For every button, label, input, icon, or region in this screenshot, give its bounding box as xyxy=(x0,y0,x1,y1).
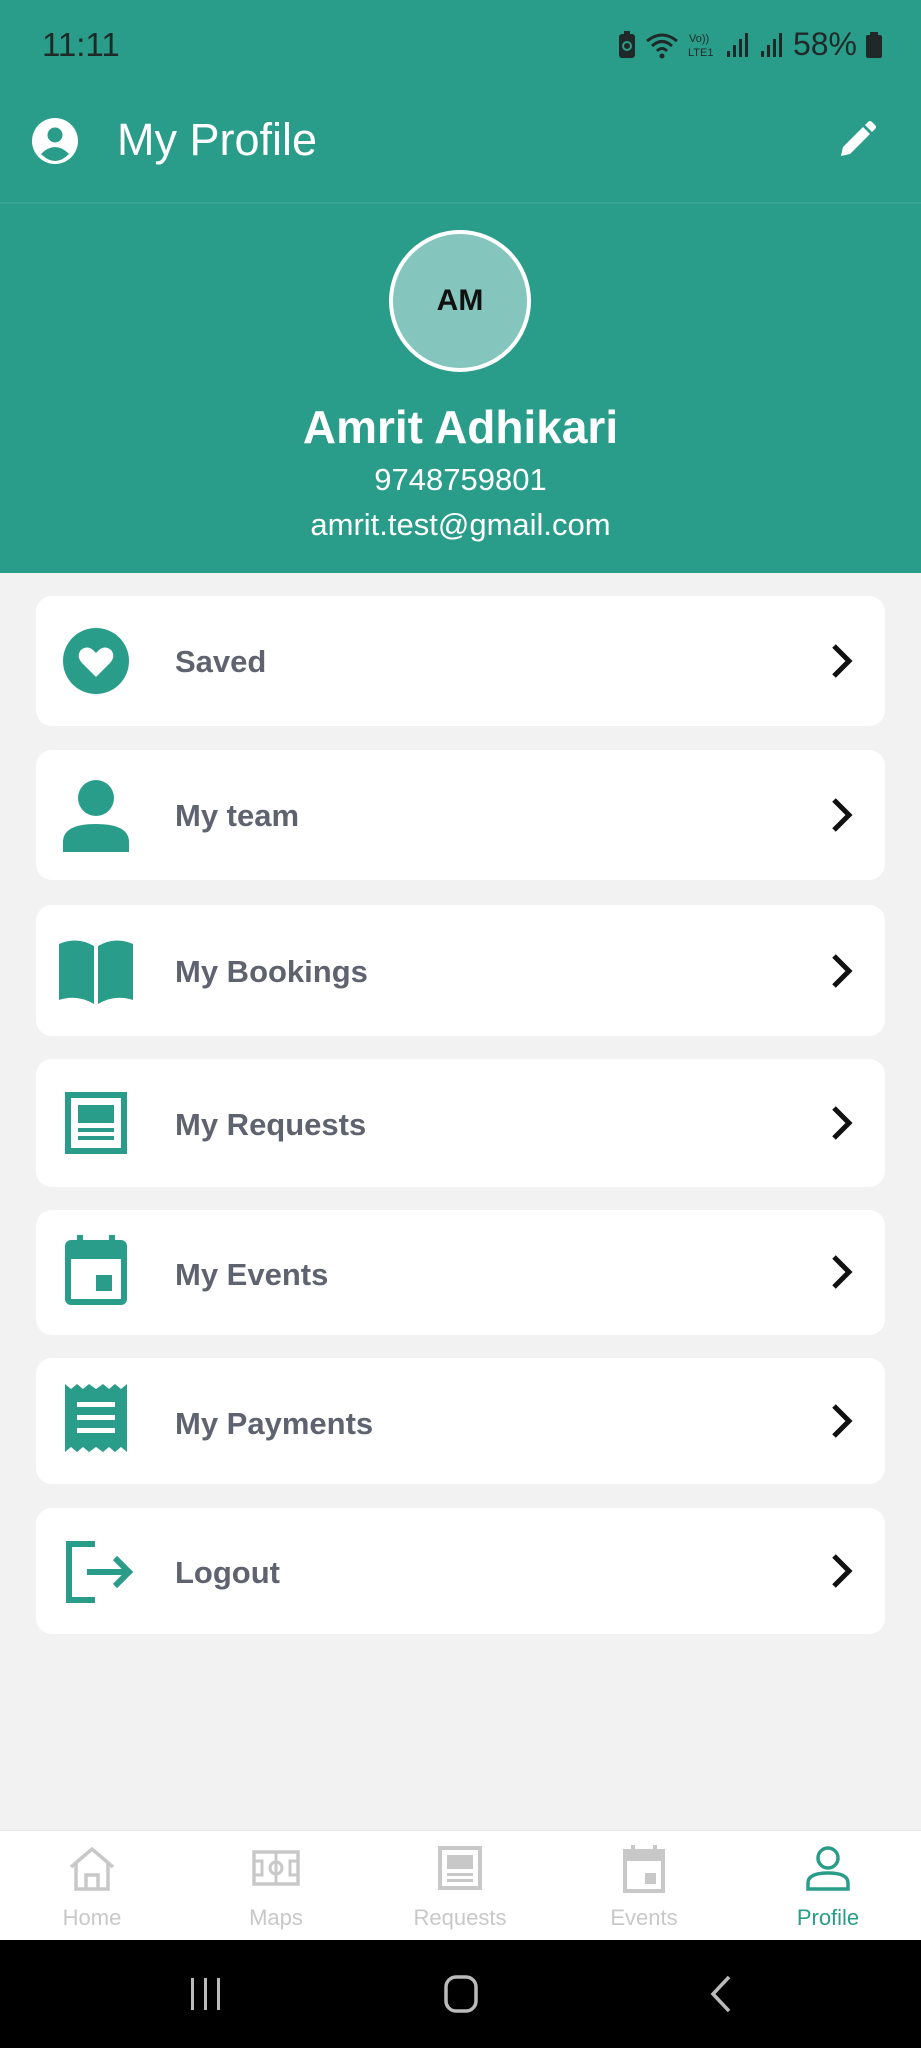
profile-icon xyxy=(806,1846,850,1891)
nav-label-requests: Requests xyxy=(413,1905,507,1930)
menu-label-my-bookings: My Bookings xyxy=(175,954,368,989)
status-indicators: Vo)) LTE1 58% xyxy=(617,26,883,63)
battery-saver-icon xyxy=(618,30,635,58)
back-icon[interactable] xyxy=(708,1974,734,2014)
menu-label-logout: Logout xyxy=(175,1555,281,1590)
menu-item-my-bookings[interactable]: My Bookings xyxy=(36,905,885,1036)
nav-label-maps: Maps xyxy=(249,1905,303,1930)
profile-header: AM Amrit Adhikari 9748759801 amrit.test@… xyxy=(0,204,921,573)
system-navigation-bar xyxy=(0,1940,921,2048)
chevron-right-icon xyxy=(832,1404,853,1438)
home-button-icon[interactable] xyxy=(443,1974,479,2014)
chevron-right-icon xyxy=(832,954,853,988)
edit-pencil-icon[interactable] xyxy=(837,120,877,160)
menu-label-saved: Saved xyxy=(175,644,267,679)
avatar-initials: AM xyxy=(436,284,484,317)
signal-icon xyxy=(726,32,748,57)
person-icon xyxy=(58,777,134,853)
chevron-right-icon xyxy=(832,644,853,678)
chevron-right-icon xyxy=(832,1106,853,1140)
page-title: My Profile xyxy=(117,114,318,165)
receipt-icon xyxy=(58,1380,134,1456)
nav-tab-maps[interactable]: Maps xyxy=(184,1831,368,1941)
avatar[interactable]: AM xyxy=(389,230,531,372)
bottom-navigation: Home Maps Requests Events Profile xyxy=(0,1830,921,1940)
menu-label-my-team: My team xyxy=(175,798,300,833)
home-icon xyxy=(69,1846,115,1891)
menu-item-my-team[interactable]: My team xyxy=(36,750,885,880)
chevron-right-icon xyxy=(832,1554,853,1588)
menu-item-my-requests[interactable]: My Requests xyxy=(36,1059,885,1187)
wifi-icon xyxy=(646,33,678,58)
battery-icon xyxy=(866,31,882,58)
account-circle-icon[interactable] xyxy=(30,116,80,166)
document-icon xyxy=(58,1085,134,1161)
menu-label-my-events: My Events xyxy=(175,1257,329,1292)
app-bar: My Profile xyxy=(0,96,921,202)
menu-item-logout[interactable]: Logout xyxy=(36,1508,885,1634)
battery-percent: 58% xyxy=(792,26,857,62)
svg-text:LTE1: LTE1 xyxy=(688,47,713,59)
nav-tab-requests[interactable]: Requests xyxy=(368,1831,552,1941)
volte-icon: Vo)) LTE1 xyxy=(688,33,713,59)
user-phone: 9748759801 xyxy=(374,462,547,497)
calendar-icon xyxy=(623,1845,665,1893)
status-time: 11:11 xyxy=(42,26,120,63)
document-icon xyxy=(438,1846,482,1890)
svg-text:Vo)): Vo)) xyxy=(689,33,709,45)
chevron-right-icon xyxy=(832,1255,853,1289)
signal-icon xyxy=(760,32,782,57)
user-name: Amrit Adhikari xyxy=(302,401,619,453)
book-icon xyxy=(54,933,138,1009)
nav-label-home: Home xyxy=(62,1905,122,1930)
recent-apps-icon[interactable] xyxy=(188,1976,224,2012)
chevron-right-icon xyxy=(832,798,853,832)
logout-icon xyxy=(62,1534,138,1610)
nav-tab-events[interactable]: Events xyxy=(552,1831,736,1941)
menu-item-saved[interactable]: Saved xyxy=(36,596,885,726)
nav-tab-home[interactable]: Home xyxy=(0,1831,184,1941)
calendar-icon xyxy=(58,1232,134,1308)
nav-label-events: Events xyxy=(610,1905,678,1930)
heart-icon xyxy=(58,623,134,699)
nav-tab-profile[interactable]: Profile xyxy=(736,1831,920,1941)
nav-label-profile: Profile xyxy=(796,1905,860,1930)
menu-label-my-requests: My Requests xyxy=(175,1107,367,1142)
map-icon xyxy=(252,1850,300,1886)
menu-label-my-payments: My Payments xyxy=(175,1406,374,1441)
menu-item-my-payments[interactable]: My Payments xyxy=(36,1358,885,1484)
user-email: amrit.test@gmail.com xyxy=(310,507,611,542)
menu-item-my-events[interactable]: My Events xyxy=(36,1210,885,1335)
status-bar: 11:11 Vo)) LTE1 58% xyxy=(0,0,921,96)
